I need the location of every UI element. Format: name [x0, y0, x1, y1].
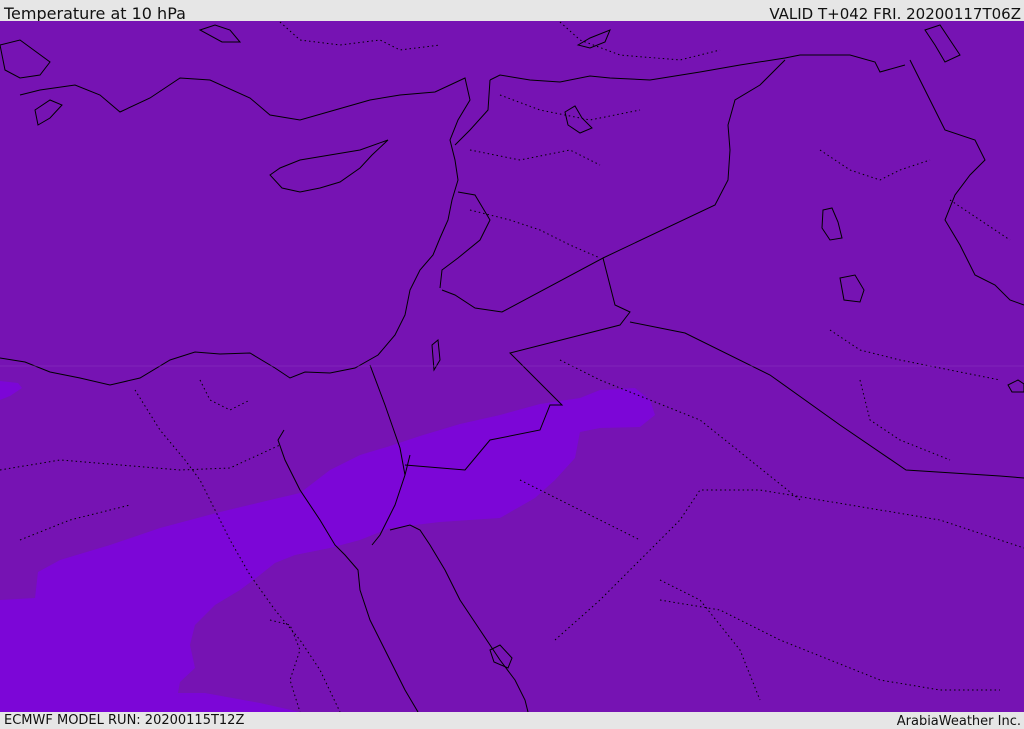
forecast-map-page: Temperature at 10 hPa VALID T+042 FRI. 2… — [0, 0, 1024, 729]
header-bar: Temperature at 10 hPa VALID T+042 FRI. 2… — [0, 0, 1024, 23]
model-run: ECMWF MODEL RUN: 20200115T12Z — [4, 713, 245, 728]
temperature-map[interactable] — [0, 21, 1024, 712]
credit: ArabiaWeather Inc. — [896, 714, 1021, 729]
footer-bar: ECMWF MODEL RUN: 20200115T12Z ArabiaWeat… — [0, 712, 1024, 729]
